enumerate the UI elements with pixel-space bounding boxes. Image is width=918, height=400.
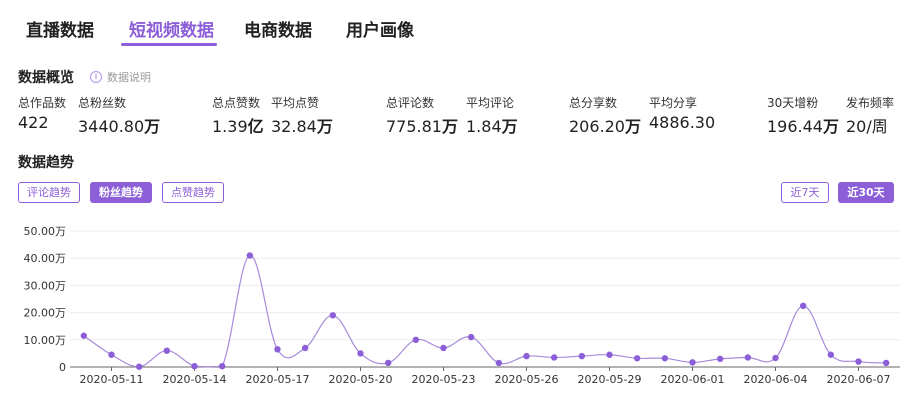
data-point[interactable] — [606, 351, 613, 358]
tab-live-data[interactable]: 直播数据 — [26, 16, 94, 41]
data-point[interactable] — [799, 302, 807, 309]
overview-title: 数据概览 — [18, 70, 74, 86]
data-point[interactable] — [523, 352, 530, 360]
data-point[interactable] — [661, 355, 669, 362]
data-point[interactable] — [108, 351, 115, 358]
y-tick-label: 30.00万 — [24, 279, 67, 292]
x-tick-label: 2020-05-20 — [329, 373, 393, 386]
info-icon: i — [90, 71, 102, 83]
data-point[interactable] — [827, 351, 835, 358]
stat-value-total-shares: 206.20万 — [569, 117, 641, 136]
data-point[interactable] — [135, 363, 143, 370]
data-explanation-label: 数据说明 — [107, 71, 151, 84]
data-point[interactable] — [191, 362, 198, 370]
stat-label-total-works: 总作品数 — [18, 96, 67, 110]
data-point[interactable] — [246, 252, 254, 259]
y-axis-ticks: 0 10.00万 20.00万 30.00万 40.00万 50.00万 — [24, 225, 67, 374]
data-point[interactable] — [495, 359, 503, 367]
data-point[interactable] — [633, 355, 641, 362]
stat-value-post-frequency: 20/周 — [846, 117, 888, 136]
x-tick-label: 2020-06-07 — [827, 373, 891, 386]
data-point[interactable] — [467, 333, 475, 341]
likes-trend-button[interactable]: 点赞趋势 — [162, 182, 224, 203]
data-point[interactable] — [578, 352, 586, 360]
x-tick-label: 2020-06-01 — [661, 373, 725, 386]
tab-ecommerce-data[interactable]: 电商数据 — [244, 16, 312, 41]
stat-label-avg-likes: 平均点赞 — [271, 96, 320, 110]
x-tick-label: 2020-05-17 — [246, 373, 310, 386]
stat-value-total-likes: 1.39亿 — [212, 117, 264, 136]
data-point[interactable] — [357, 350, 364, 357]
data-point[interactable] — [412, 336, 420, 343]
data-point[interactable] — [384, 359, 392, 367]
x-tick-label: 2020-06-04 — [744, 373, 808, 386]
fans-trend-button[interactable]: 粉丝趋势 — [90, 182, 152, 203]
data-point[interactable] — [301, 344, 309, 352]
data-point[interactable] — [550, 354, 558, 361]
x-axis-ticks: 2020-05-11 2020-05-14 2020-05-17 2020-05-20… — [80, 367, 891, 386]
trend-title: 数据趋势 — [18, 155, 74, 171]
tab-bar: 直播数据 短视频数据 电商数据 用户画像 — [0, 0, 918, 48]
stat-label-total-comments: 总评论数 — [386, 96, 435, 110]
stat-value-total-comments: 775.81万 — [386, 117, 458, 136]
stat-label-30d-fans-growth: 30天增粉 — [767, 96, 819, 110]
stat-label-total-fans: 总粉丝数 — [78, 96, 127, 110]
comment-trend-button[interactable]: 评论趋势 — [18, 182, 80, 203]
data-point[interactable] — [329, 312, 337, 319]
data-point[interactable] — [163, 347, 171, 354]
grid-layer — [70, 230, 900, 368]
y-tick-label: 0 — [59, 361, 66, 374]
y-tick-label: 50.00万 — [24, 225, 67, 238]
stat-label-total-shares: 总分享数 — [569, 96, 618, 110]
data-point[interactable] — [855, 358, 862, 365]
x-tick-label: 2020-05-29 — [578, 373, 642, 386]
x-tick-label: 2020-05-23 — [412, 373, 476, 386]
stat-label-post-frequency: 发布频率 — [846, 96, 895, 110]
y-tick-label: 20.00万 — [24, 307, 67, 320]
x-tick-label: 2020-05-11 — [80, 373, 144, 386]
data-point[interactable] — [744, 354, 752, 361]
data-point[interactable] — [440, 344, 447, 352]
stat-value-avg-likes: 32.84万 — [271, 117, 333, 136]
stat-value-total-fans: 3440.80万 — [78, 117, 161, 136]
fans-series-line — [83, 254, 887, 368]
y-tick-label: 40.00万 — [24, 252, 67, 265]
range-7-days-button[interactable]: 近7天 — [781, 182, 829, 203]
x-tick-label: 2020-05-26 — [495, 373, 559, 386]
stat-value-total-works: 422 — [18, 113, 49, 132]
data-point[interactable] — [80, 332, 88, 339]
stat-label-avg-shares: 平均分享 — [649, 96, 698, 110]
data-point[interactable] — [772, 354, 779, 362]
data-points — [80, 252, 890, 370]
stat-label-avg-comments: 平均评论 — [466, 96, 515, 110]
range-30-days-button[interactable]: 近30天 — [838, 182, 894, 203]
tab-user-profile[interactable]: 用户画像 — [346, 16, 414, 41]
stat-value-avg-shares: 4886.30 — [649, 113, 716, 132]
x-tick-label: 2020-05-14 — [163, 373, 227, 386]
data-point[interactable] — [218, 362, 226, 370]
data-point[interactable] — [274, 346, 281, 353]
tab-short-video-data[interactable]: 短视频数据 — [129, 16, 214, 41]
data-explanation-link[interactable]: i 数据说明 — [90, 69, 151, 85]
data-point[interactable] — [716, 355, 724, 363]
active-tab-indicator — [121, 43, 217, 46]
stat-value-30d-fans-growth: 196.44万 — [767, 117, 839, 136]
data-point[interactable] — [882, 359, 890, 367]
y-tick-label: 10.00万 — [24, 334, 67, 347]
stat-label-total-likes: 总点赞数 — [212, 96, 261, 110]
fans-trend-chart: 0 10.00万 20.00万 30.00万 40.00万 50.00万 2020-05-… — [24, 225, 900, 386]
stat-value-avg-comments: 1.84万 — [466, 117, 518, 136]
data-point[interactable] — [689, 359, 696, 366]
